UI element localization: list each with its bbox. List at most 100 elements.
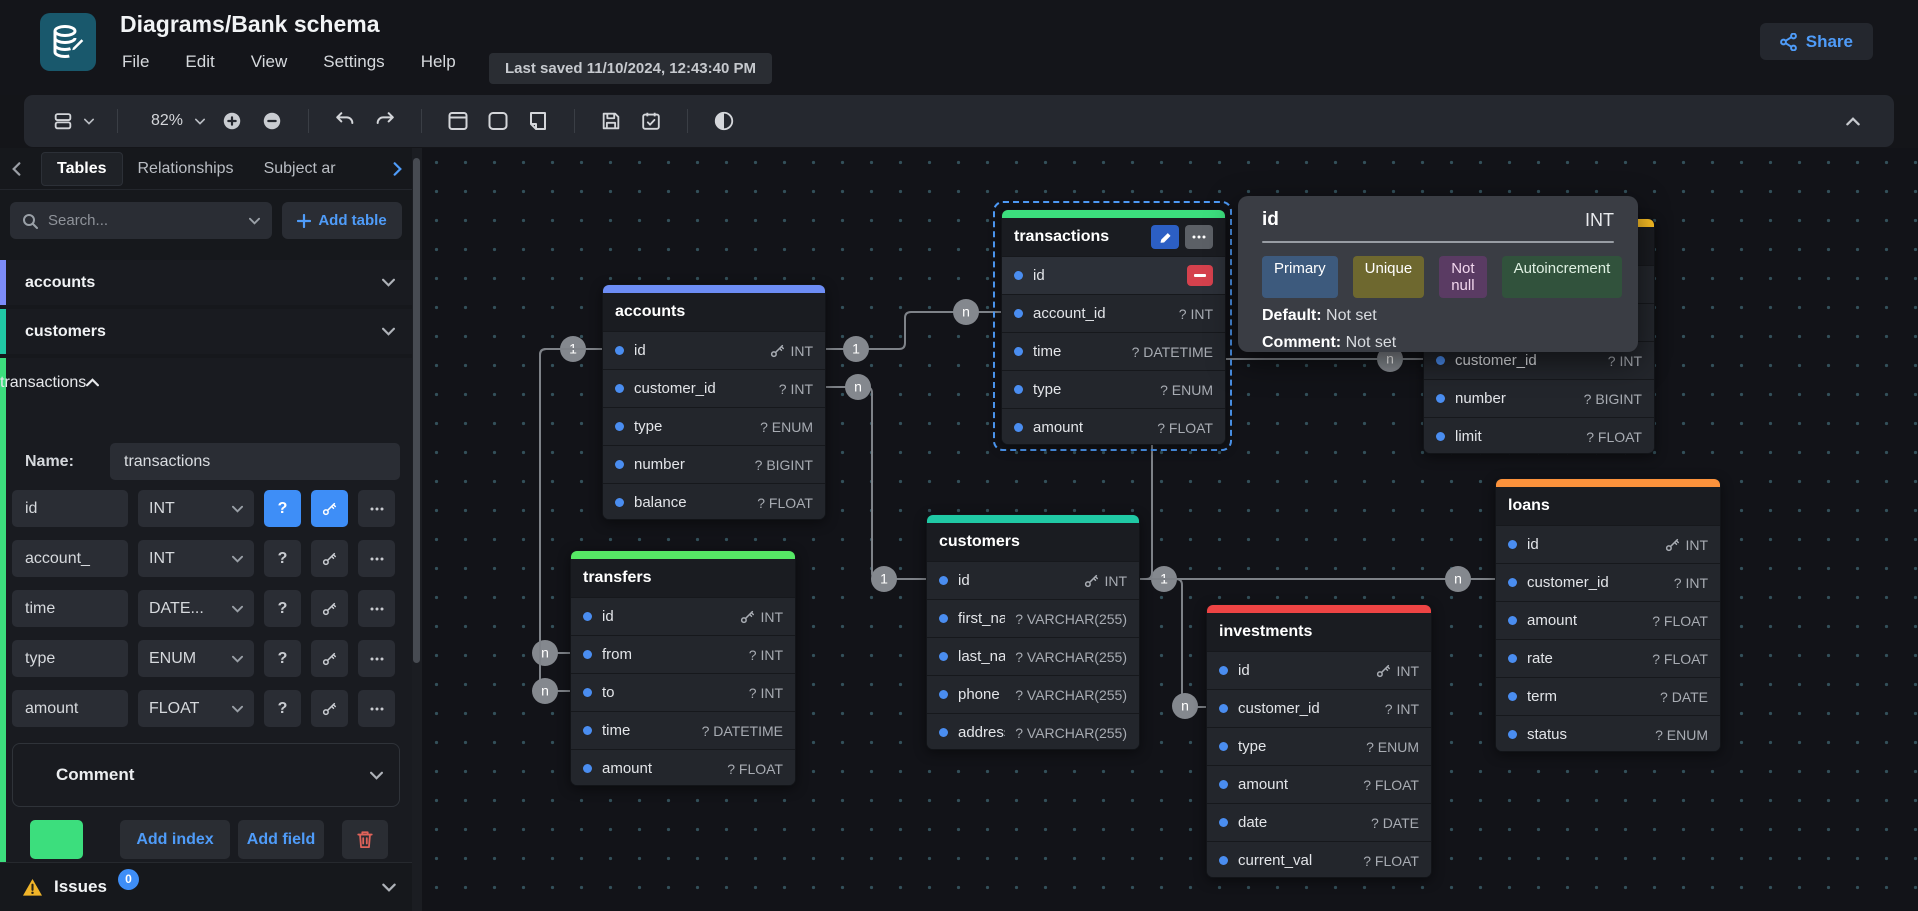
menu-item-edit[interactable]: Edit (185, 52, 214, 72)
primary-key-toggle[interactable] (311, 490, 348, 527)
save-icon[interactable] (598, 108, 624, 134)
edit-table-button[interactable] (1151, 225, 1179, 249)
table-field-row[interactable]: amount? FLOAT (571, 749, 795, 786)
table-title[interactable]: transactions (1002, 218, 1225, 256)
field-more-options-button[interactable] (358, 640, 395, 677)
table-title[interactable]: accounts (603, 293, 825, 331)
chevron-up-icon[interactable] (86, 378, 99, 387)
menu-item-view[interactable]: View (251, 52, 288, 72)
menu-item-help[interactable]: Help (421, 52, 456, 72)
table-field-row[interactable]: time? DATETIME (571, 711, 795, 749)
add-field-button[interactable]: Add field (238, 820, 324, 859)
zoom-out-icon[interactable] (259, 108, 285, 134)
chevron-down-icon[interactable] (382, 278, 395, 287)
chevron-down-icon[interactable] (382, 883, 396, 892)
sidebar-table-accounts[interactable]: accounts (0, 260, 412, 305)
table-field-row[interactable]: idINT (1207, 651, 1431, 689)
delete-table-button[interactable] (342, 820, 388, 859)
zoom-level-caret-icon[interactable] (195, 118, 205, 125)
nullable-toggle[interactable]: ? (264, 590, 301, 627)
table-field-row[interactable]: number? BIGINT (603, 445, 825, 483)
table-field-row[interactable]: address? VARCHAR(255) (927, 713, 1139, 750)
relationship-line[interactable] (826, 387, 926, 579)
relationship-line[interactable] (1140, 579, 1206, 707)
field-name-input[interactable]: amount (12, 690, 128, 727)
table-field-row[interactable]: last_na...? VARCHAR(255) (927, 637, 1139, 675)
table-field-row[interactable]: amount? FLOAT (1002, 408, 1225, 445)
table-field-row[interactable]: status? ENUM (1496, 715, 1720, 752)
nullable-toggle[interactable]: ? (264, 690, 301, 727)
table-loans[interactable]: loansidINTcustomer_id? INTamount? FLOATr… (1495, 478, 1721, 752)
redo-icon[interactable] (372, 108, 398, 134)
table-title[interactable]: investments (1207, 613, 1431, 651)
add-index-button[interactable]: Add index (120, 820, 230, 859)
field-type-dropdown[interactable]: FLOAT (138, 690, 254, 727)
table-more-options-button[interactable] (1185, 225, 1213, 249)
view-options-icon[interactable] (50, 108, 76, 134)
sidebar-table-transactions-header[interactable]: transactions (0, 358, 412, 407)
comment-section[interactable]: Comment (12, 743, 400, 807)
field-name-input[interactable]: time (12, 590, 128, 627)
table-field-row[interactable]: type? ENUM (603, 407, 825, 445)
nullable-toggle[interactable]: ? (264, 490, 301, 527)
nullable-toggle[interactable]: ? (264, 640, 301, 677)
table-title[interactable]: transfers (571, 559, 795, 597)
field-name-input[interactable]: type (12, 640, 128, 677)
toolbar-collapse-icon[interactable] (1840, 108, 1866, 134)
field-type-dropdown[interactable]: ENUM (138, 640, 254, 677)
chevron-down-icon[interactable] (370, 771, 383, 780)
table-field-row[interactable]: to? INT (571, 673, 795, 711)
table-transfers[interactable]: transfersidINTfrom? INTto? INTtime? DATE… (570, 550, 796, 786)
table-field-row[interactable]: rate? FLOAT (1496, 639, 1720, 677)
table-field-row[interactable]: amount? FLOAT (1207, 765, 1431, 803)
table-customers[interactable]: customersidINTfirst_na...? VARCHAR(255)l… (926, 514, 1140, 750)
table-field-row[interactable]: customer_id? INT (603, 369, 825, 407)
table-field-row[interactable]: time? DATETIME (1002, 332, 1225, 370)
table-field-row[interactable]: balance? FLOAT (603, 483, 825, 520)
zoom-level-display[interactable]: 82% (141, 112, 187, 130)
issues-bar[interactable]: Issues 0 (0, 862, 412, 911)
table-field-row[interactable]: idINT (571, 597, 795, 635)
tab-tables[interactable]: Tables (41, 152, 123, 186)
table-field-row[interactable]: idINT (603, 331, 825, 369)
field-name-input[interactable]: account_ (12, 540, 128, 577)
primary-key-toggle[interactable] (311, 640, 348, 677)
panel-scrollbar[interactable] (412, 148, 422, 911)
zoom-in-icon[interactable] (219, 108, 245, 134)
table-field-row[interactable]: amount? FLOAT (1496, 601, 1720, 639)
primary-key-toggle[interactable] (311, 690, 348, 727)
field-type-dropdown[interactable]: INT (138, 540, 254, 577)
table-field-row[interactable]: customer_id? INT (1496, 563, 1720, 601)
table-title[interactable]: loans (1496, 487, 1720, 525)
theme-toggle-icon[interactable] (711, 108, 737, 134)
table-field-row[interactable]: number? BIGINT (1424, 379, 1654, 417)
table-accounts[interactable]: accountsidINTcustomer_id? INTtype? ENUMn… (602, 284, 826, 520)
scrollbar-thumb[interactable] (413, 158, 420, 663)
table-field-row[interactable]: idINT (927, 561, 1139, 599)
table-field-row[interactable]: first_na...? VARCHAR(255) (927, 599, 1139, 637)
primary-key-toggle[interactable] (311, 590, 348, 627)
table-search-input[interactable]: Search... (10, 202, 272, 239)
menu-item-settings[interactable]: Settings (323, 52, 384, 72)
nullable-toggle[interactable]: ? (264, 540, 301, 577)
table-field-row[interactable]: limit? FLOAT (1424, 417, 1654, 454)
tabs-scroll-left-icon[interactable] (12, 162, 21, 176)
table-field-row[interactable]: type? ENUM (1207, 727, 1431, 765)
field-more-options-button[interactable] (358, 590, 395, 627)
search-dropdown-caret-icon[interactable] (249, 217, 260, 225)
table-title[interactable]: customers (927, 523, 1139, 561)
tabs-scroll-right-icon[interactable] (393, 162, 402, 176)
table-field-row[interactable]: id (1002, 256, 1225, 294)
field-type-dropdown[interactable]: DATE... (138, 590, 254, 627)
field-type-dropdown[interactable]: INT (138, 490, 254, 527)
table-field-row[interactable]: from? INT (571, 635, 795, 673)
view-options-caret-icon[interactable] (84, 118, 94, 125)
table-field-row[interactable]: idINT (1496, 525, 1720, 563)
tab-relationships[interactable]: Relationships (123, 153, 249, 185)
menu-item-file[interactable]: File (122, 52, 149, 72)
tab-subject-ar[interactable]: Subject ar (249, 153, 345, 185)
add-table-button[interactable]: Add table (282, 202, 402, 239)
table-field-row[interactable]: customer_id? INT (1207, 689, 1431, 727)
field-more-options-button[interactable] (358, 540, 395, 577)
add-note-icon[interactable] (525, 108, 551, 134)
